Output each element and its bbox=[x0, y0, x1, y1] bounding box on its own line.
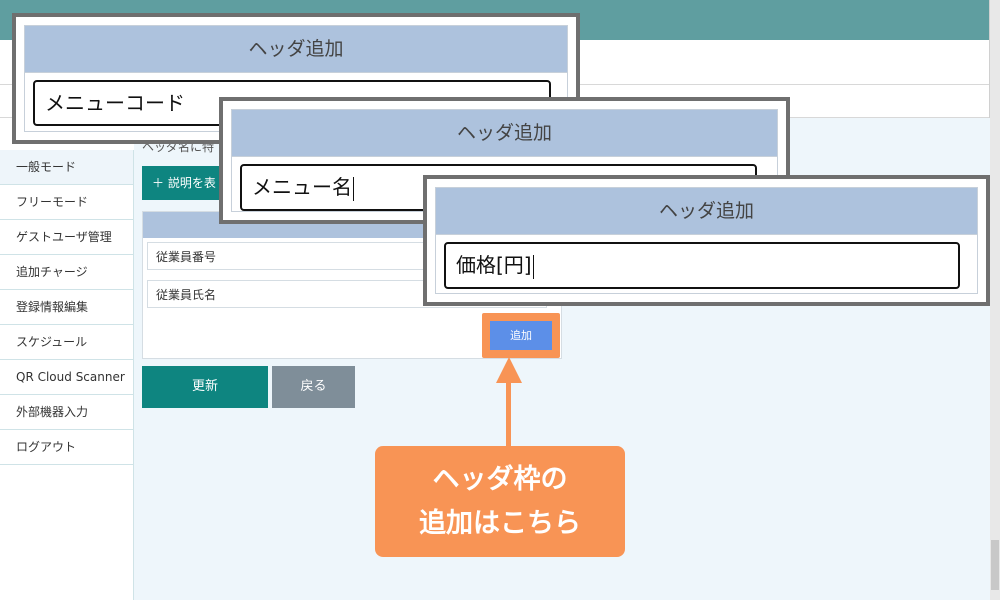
sidebar-item-qr-cloud-scanner[interactable]: QR Cloud Scanner bbox=[0, 360, 133, 395]
sidebar-item-general-mode[interactable]: 一般モード bbox=[0, 150, 133, 185]
callout-box: ヘッダ枠の 追加はこちら bbox=[375, 446, 625, 557]
sidebar-item-schedule[interactable]: スケジュール bbox=[0, 325, 133, 360]
sidebar-item-logout[interactable]: ログアウト bbox=[0, 430, 133, 465]
dialog-3-input-value: 価格[円] bbox=[456, 253, 532, 277]
sidebar-item-external-input[interactable]: 外部機器入力 bbox=[0, 395, 133, 430]
sidebar-item-extra-charge[interactable]: 追加チャージ bbox=[0, 255, 133, 290]
scrollbar-thumb[interactable] bbox=[991, 540, 999, 590]
page-scrollbar[interactable] bbox=[989, 0, 1000, 600]
sidebar-item-edit-registration[interactable]: 登録情報編集 bbox=[0, 290, 133, 325]
callout-arrow-line bbox=[506, 380, 511, 450]
callout-line-1: ヘッダ枠の bbox=[432, 463, 568, 495]
callout-line-2: 追加はこちら bbox=[419, 507, 581, 539]
dialog-2-input-value: メニュー名 bbox=[252, 175, 352, 199]
sidebar-item-free-mode[interactable]: フリーモード bbox=[0, 185, 133, 220]
dialog-1-title: ヘッダ追加 bbox=[25, 26, 567, 73]
dialog-3-input[interactable]: 価格[円] bbox=[444, 242, 960, 289]
dialog-1-input-value: メニューコード bbox=[45, 91, 185, 115]
text-cursor bbox=[532, 254, 534, 279]
text-cursor bbox=[353, 176, 354, 201]
add-header-button[interactable]: 追加 bbox=[490, 321, 552, 350]
dialog-2-title: ヘッダ追加 bbox=[232, 110, 777, 157]
sidebar: 一般モード フリーモード ゲストユーザ管理 追加チャージ 登録情報編集 スケジュ… bbox=[0, 150, 134, 600]
sidebar-item-guest-users[interactable]: ゲストユーザ管理 bbox=[0, 220, 133, 255]
header-add-dialog-3: ヘッダ追加 価格[円] bbox=[423, 175, 990, 306]
dialog-3-body: ヘッダ追加 価格[円] bbox=[435, 187, 978, 294]
dialog-3-title: ヘッダ追加 bbox=[436, 188, 977, 235]
update-button[interactable]: 更新 bbox=[142, 366, 268, 408]
back-button[interactable]: 戻る bbox=[272, 366, 355, 408]
